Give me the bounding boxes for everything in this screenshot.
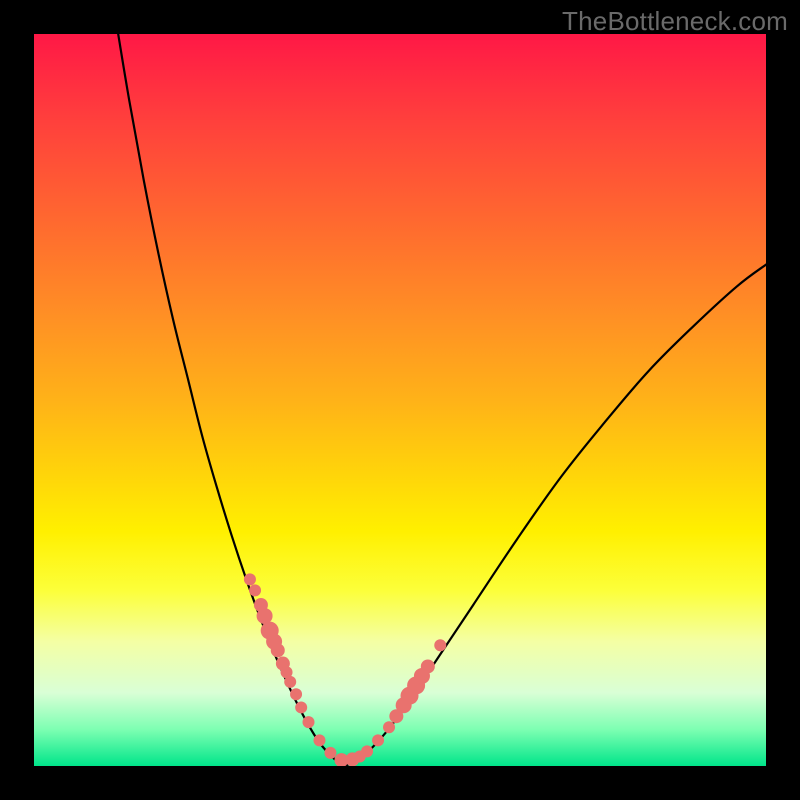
curve-svg — [34, 34, 766, 766]
scatter-dot — [372, 734, 384, 746]
chart-frame: TheBottleneck.com — [0, 0, 800, 800]
scatter-dot — [303, 716, 315, 728]
scatter-dot — [434, 639, 446, 651]
scatter-dot — [313, 734, 325, 746]
scatter-dot — [249, 584, 261, 596]
scatter-dot — [271, 643, 285, 657]
scatter-dot — [295, 701, 307, 713]
scatter-dot — [383, 721, 395, 733]
scatter-dot — [244, 573, 256, 585]
curve-left-branch — [118, 34, 345, 766]
scatter-dot — [421, 659, 435, 673]
plot-area — [34, 34, 766, 766]
scatter-points — [244, 573, 446, 766]
scatter-dot — [290, 688, 302, 700]
watermark-text: TheBottleneck.com — [562, 6, 788, 37]
scatter-dot — [284, 676, 296, 688]
scatter-dot — [361, 745, 373, 757]
scatter-dot — [324, 747, 336, 759]
scatter-dot — [257, 608, 273, 624]
